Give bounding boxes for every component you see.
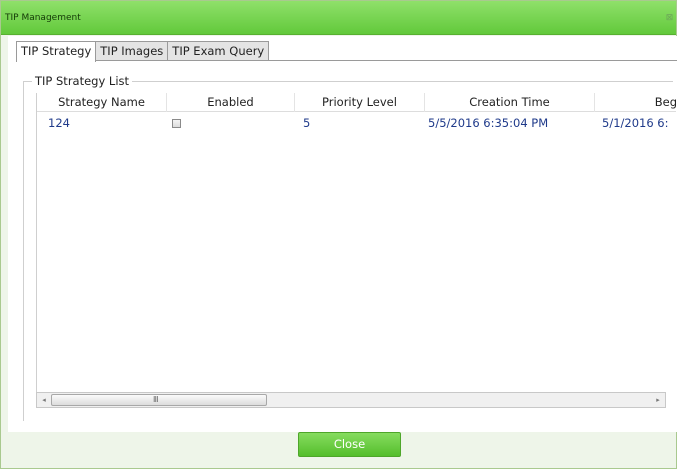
column-header-begin-time[interactable]: Beg (595, 93, 676, 112)
column-header-enabled[interactable]: Enabled (167, 93, 295, 112)
chevron-left-icon[interactable]: ◂ (37, 393, 51, 407)
chevron-right-icon[interactable]: ▸ (651, 393, 665, 407)
table-header: Strategy Name Enabled Priority Level Cre… (37, 93, 676, 112)
title-bar: TIP Management ⊠ (1, 1, 676, 35)
tab-strip: TIP Strategy TIP Images TIP Exam Query (16, 41, 270, 62)
column-header-priority-level[interactable]: Priority Level (295, 93, 425, 112)
horizontal-scrollbar[interactable]: ◂ Ⅲ ▸ (36, 392, 666, 408)
enabled-checkbox[interactable] (172, 119, 181, 128)
grip-icon: Ⅲ (153, 395, 159, 404)
tab-tip-strategy[interactable]: TIP Strategy (16, 41, 97, 62)
tab-tip-images[interactable]: TIP Images (95, 41, 169, 61)
tab-divider (16, 60, 677, 61)
dialog-content: TIP Strategy TIP Images TIP Exam Query T… (8, 36, 677, 432)
cell-strategy-name: 124 (48, 116, 70, 130)
cell-creation-time: 5/5/2016 6:35:04 PM (428, 116, 549, 130)
cell-priority-level: 5 (303, 116, 311, 130)
column-header-creation-time[interactable]: Creation Time (425, 93, 595, 112)
scrollbar-thumb[interactable]: Ⅲ (51, 394, 267, 406)
group-border-left (23, 81, 24, 421)
window-title: TIP Management (5, 13, 81, 23)
tip-management-window: TIP Management ⊠ TIP Strategy TIP Images… (0, 0, 677, 469)
column-header-strategy-name[interactable]: Strategy Name (37, 93, 167, 112)
cell-begin-time: 5/1/2016 6: (602, 116, 669, 130)
group-title: TIP Strategy List (32, 74, 133, 88)
close-button[interactable]: Close (298, 432, 401, 457)
tab-tip-exam-query[interactable]: TIP Exam Query (167, 41, 270, 61)
strategy-table: Strategy Name Enabled Priority Level Cre… (36, 93, 676, 406)
table-row[interactable]: 124 5 5/5/2016 6:35:04 PM 5/1/2016 6: (37, 113, 676, 133)
close-icon[interactable]: ⊠ (665, 14, 674, 23)
